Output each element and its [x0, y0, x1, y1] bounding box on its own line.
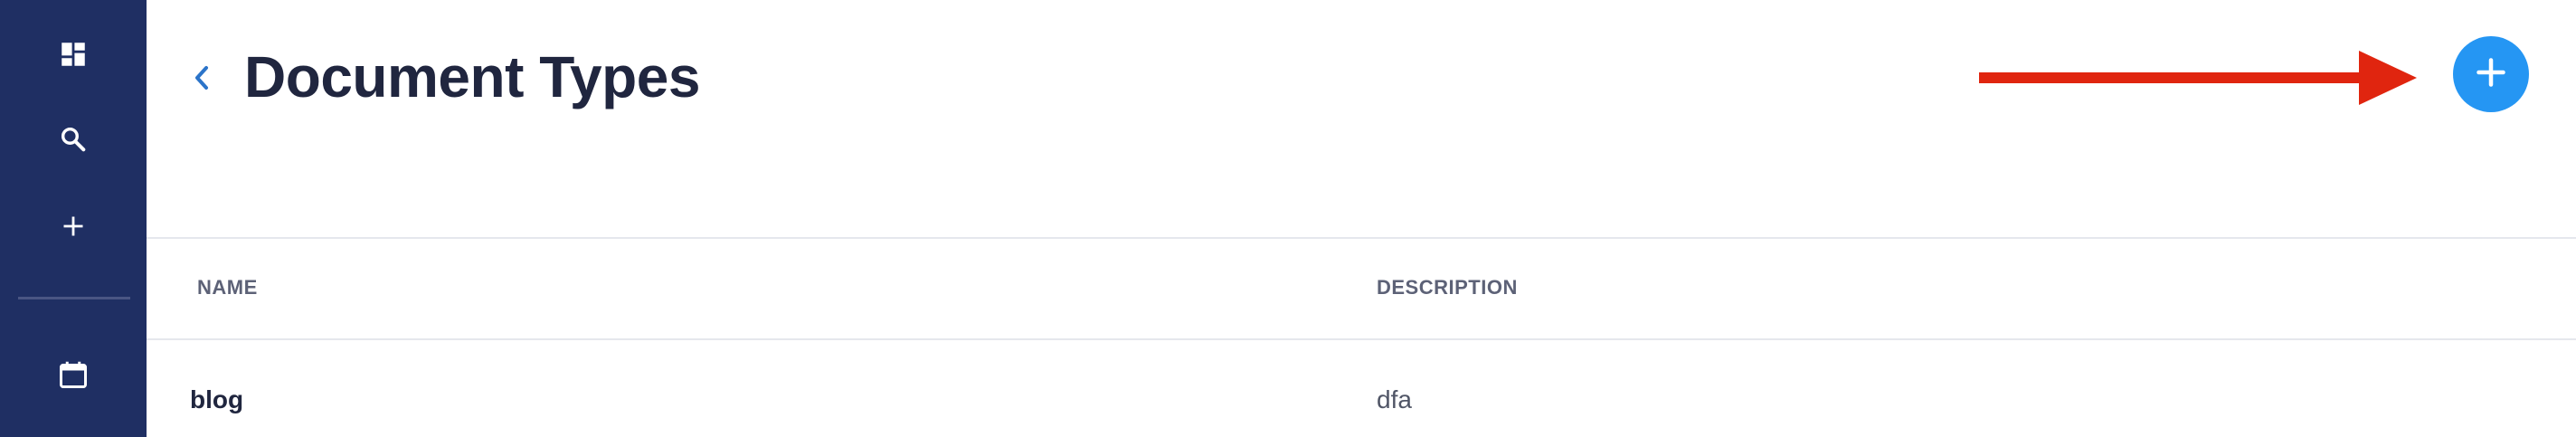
sidebar-item-search[interactable] — [0, 105, 147, 177]
sidebar-item-calendar[interactable] — [0, 340, 147, 413]
table-row[interactable]: blog dfa — [147, 340, 2576, 437]
plus-icon — [2475, 56, 2507, 93]
column-header-name[interactable]: NAME — [197, 276, 258, 299]
sidebar-item-new[interactable] — [0, 192, 147, 264]
plus-icon — [61, 214, 86, 243]
sidebar — [0, 0, 147, 437]
sidebar-divider — [18, 297, 130, 299]
chevron-left-icon — [192, 64, 212, 96]
cell-name: blog — [190, 385, 244, 413]
add-document-type-button[interactable] — [2453, 36, 2529, 112]
table-top-divider — [147, 237, 2576, 239]
app-window: Document Types NAME DESCRIPTION blog dfa — [0, 0, 2576, 437]
sidebar-item-dashboard[interactable] — [0, 20, 147, 92]
column-header-description[interactable]: DESCRIPTION — [1377, 276, 1518, 299]
search-icon — [58, 124, 89, 159]
cell-description: dfa — [1377, 385, 1412, 413]
page-title: Document Types — [244, 44, 700, 109]
annotation-arrow — [1977, 45, 2417, 115]
calendar-icon — [57, 358, 90, 395]
back-button[interactable] — [188, 60, 215, 100]
dashboard-icon — [58, 39, 89, 74]
